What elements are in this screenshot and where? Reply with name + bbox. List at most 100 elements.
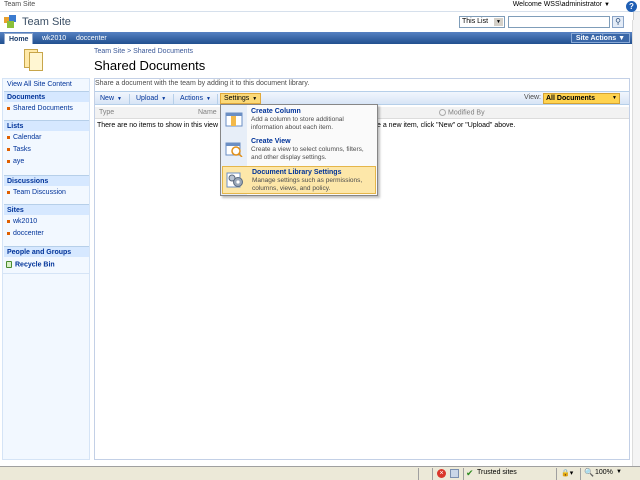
- menu-item-description: Add a column to store additional informa…: [251, 116, 344, 131]
- chevron-down-icon: ▼: [612, 95, 617, 101]
- new-label: New: [100, 95, 115, 102]
- column-header-type[interactable]: Type: [99, 109, 114, 116]
- bullet-icon: [7, 135, 10, 139]
- bullet-icon: [7, 190, 10, 194]
- quick-launch-filler: [2, 274, 90, 460]
- chevron-down-icon: ▼: [161, 96, 167, 102]
- search-input[interactable]: [508, 16, 610, 28]
- section-documents[interactable]: Documents: [4, 91, 89, 102]
- nav-item-doccenter[interactable]: doccenter: [7, 230, 44, 237]
- site-crumb-link[interactable]: Team Site: [4, 1, 35, 8]
- nav-item-aye[interactable]: aye: [7, 158, 24, 165]
- recycle-bin-label: Recycle Bin: [15, 261, 55, 269]
- protected-mode-icon[interactable]: 🔒▾: [561, 469, 573, 477]
- status-divider: [580, 468, 581, 480]
- bullet-icon: [7, 231, 10, 235]
- library-settings-icon: [226, 172, 244, 188]
- blocked-icon: ×: [437, 469, 446, 478]
- status-divider: [418, 468, 419, 480]
- settings-label: Settings: [224, 95, 250, 102]
- zoom-icon[interactable]: 🔍: [584, 468, 594, 477]
- welcome-menu[interactable]: Welcome WSS\administrator ▼: [513, 1, 610, 8]
- nav-item-label: Tasks: [13, 146, 31, 153]
- nav-item-tasks[interactable]: Tasks: [7, 146, 31, 153]
- nav-item-label: wk2010: [13, 218, 38, 225]
- nav-item-calendar[interactable]: Calendar: [7, 134, 41, 141]
- section-sites[interactable]: Sites: [4, 204, 89, 215]
- nav-item-shared-documents[interactable]: Shared Documents: [7, 105, 73, 112]
- bullet-icon: [7, 147, 10, 151]
- nav-item-team-discussion[interactable]: Team Discussion: [7, 189, 66, 196]
- quick-launch: View All Site Content Documents Shared D…: [2, 78, 90, 274]
- menu-item-title: Document Library Settings: [252, 169, 342, 176]
- chevron-down-icon: ▼: [117, 96, 122, 102]
- upload-button[interactable]: Upload ▼: [136, 94, 166, 104]
- chevron-down-icon[interactable]: ▼: [616, 469, 622, 475]
- settings-button[interactable]: Settings ▼: [220, 93, 262, 104]
- vertical-scrollbar[interactable]: [632, 20, 640, 466]
- settings-menu: Create Column Add a column to store addi…: [220, 104, 378, 196]
- bullet-icon: [7, 106, 10, 110]
- search-scope-value: This List: [462, 18, 489, 25]
- bullet-icon: [7, 219, 10, 223]
- status-bar: × ✔ Trusted sites 🔒▾ 🔍 100% ▼: [0, 466, 640, 480]
- document-library-icon: [24, 46, 46, 74]
- radio-circle-icon: [439, 109, 446, 116]
- search-icon[interactable]: ⚲: [612, 16, 624, 28]
- site-actions-label: Site Actions: [575, 35, 617, 42]
- status-divider: [432, 468, 433, 480]
- site-title[interactable]: Team Site: [22, 16, 71, 28]
- help-icon[interactable]: ?: [626, 1, 637, 12]
- empty-list-message-tail: e a new item, click "New" or "Upload" ab…: [377, 122, 516, 129]
- create-view-icon: [225, 141, 243, 158]
- recycle-bin-icon: [6, 261, 12, 268]
- toolbar-divider: [173, 94, 174, 104]
- menu-item-create-view[interactable]: Create View Create a view to select colu…: [222, 136, 376, 164]
- security-zone: Trusted sites: [477, 469, 517, 476]
- menu-item-document-library-settings[interactable]: Document Library Settings Manage setting…: [222, 166, 376, 194]
- section-lists[interactable]: Lists: [4, 120, 89, 131]
- search-scope-select[interactable]: This List ▼: [459, 16, 505, 28]
- nav-item-label: aye: [13, 158, 25, 165]
- view-select-value: All Documents: [546, 95, 596, 102]
- nav-item-label: doccenter: [13, 230, 44, 237]
- chevron-down-icon: ▼: [252, 96, 258, 102]
- view-all-site-content-link[interactable]: View All Site Content: [7, 81, 72, 88]
- library-description: Share a document with the team by adding…: [95, 80, 310, 87]
- toolbar-divider: [217, 94, 218, 104]
- new-button[interactable]: New ▼: [100, 94, 122, 104]
- tab-home[interactable]: Home: [4, 33, 34, 44]
- menu-item-title: Create Column: [251, 108, 301, 115]
- tab-wk2010[interactable]: wk2010: [38, 33, 70, 44]
- chevron-down-icon: ▼: [604, 2, 610, 8]
- recycle-bin-link[interactable]: Recycle Bin: [6, 261, 55, 268]
- actions-button[interactable]: Actions ▼: [180, 94, 211, 104]
- site-actions-menu[interactable]: Site Actions ▼: [570, 33, 630, 43]
- tab-doccenter[interactable]: doccenter: [72, 33, 111, 44]
- section-people-and-groups[interactable]: People and Groups: [4, 246, 89, 257]
- menu-item-create-column[interactable]: Create Column Add a column to store addi…: [222, 106, 376, 134]
- actions-label: Actions: [180, 95, 203, 102]
- toolbar-divider: [129, 94, 130, 104]
- checkmark-icon: ✔: [466, 468, 474, 478]
- view-label: View:: [524, 94, 541, 101]
- bullet-icon: [7, 159, 10, 163]
- create-column-icon: [225, 111, 243, 127]
- menu-item-description: Create a view to select columns, filters…: [251, 146, 364, 161]
- page-title: Shared Documents: [94, 58, 206, 73]
- column-header-name[interactable]: Name: [198, 109, 217, 116]
- nav-item-label: Shared Documents: [13, 105, 73, 112]
- top-nav-bar: Home wk2010 doccenter Site Actions ▼: [0, 32, 632, 44]
- column-header-modified-by[interactable]: Modified By: [439, 109, 485, 116]
- chevron-down-icon: ▼: [205, 96, 211, 102]
- section-discussions[interactable]: Discussions: [4, 175, 89, 186]
- view-select[interactable]: All Documents ▼: [543, 93, 620, 104]
- scrollbar-up[interactable]: [633, 12, 640, 20]
- site-logo-icon: [4, 15, 18, 29]
- column-header-label: Modified By: [448, 109, 485, 117]
- zoom-level[interactable]: 100%: [595, 469, 613, 476]
- breadcrumb[interactable]: Team Site > Shared Documents: [94, 48, 193, 55]
- nav-item-wk2010[interactable]: wk2010: [7, 218, 37, 225]
- welcome-text: Welcome WSS\administrator: [512, 1, 603, 8]
- menu-item-title: Create View: [251, 138, 291, 145]
